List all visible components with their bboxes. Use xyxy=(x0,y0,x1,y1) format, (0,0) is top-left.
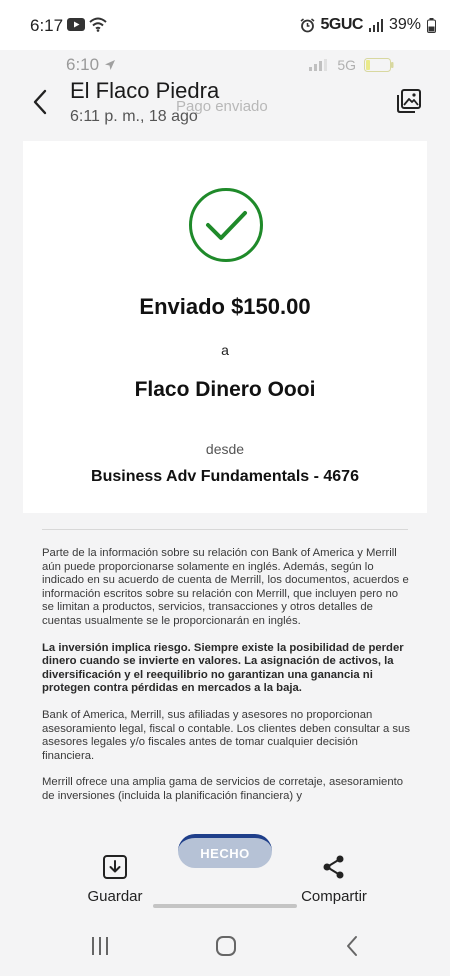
receipt-card: Enviado $150.00 a Flaco Dinero Oooi desd… xyxy=(23,141,427,513)
check-circle-icon xyxy=(189,188,263,262)
save-button[interactable]: Guardar xyxy=(82,854,148,905)
gallery-icon xyxy=(397,89,421,113)
disclosure-text[interactable]: Parte de la información sobre su relació… xyxy=(42,547,410,819)
chevron-left-icon xyxy=(33,89,47,115)
battery-percent: 39% xyxy=(388,16,421,33)
back-icon xyxy=(347,936,357,956)
download-icon xyxy=(103,855,127,879)
location-arrow-icon xyxy=(104,60,115,70)
inner-network-label: 5G xyxy=(337,57,356,73)
disclosure-paragraph: Bank of America, Merrill, sus afiliadas … xyxy=(42,708,410,762)
inner-time: 6:10 xyxy=(66,55,116,75)
nav-back-button[interactable] xyxy=(338,933,366,959)
back-button[interactable] xyxy=(26,86,54,118)
disclosure-paragraph: Merrill ofrece una amplia gama de servic… xyxy=(42,776,404,802)
done-button[interactable]: HECHO xyxy=(178,834,272,868)
share-button[interactable]: Compartir xyxy=(296,854,372,905)
youtube-icon xyxy=(67,18,85,31)
share-icon xyxy=(323,855,344,879)
sent-amount: Enviado $150.00 xyxy=(139,294,311,319)
from-label: desde xyxy=(205,441,245,457)
save-label: Guardar xyxy=(87,888,143,905)
disclosure-paragraph: La inversión implica riesgo. Siempre exi… xyxy=(42,641,404,695)
inner-status-right: 5G xyxy=(309,57,394,73)
home-icon xyxy=(216,936,236,956)
recipient-name: Flaco Dinero Oooi xyxy=(134,378,316,401)
share-label: Compartir xyxy=(301,888,367,905)
battery-icon xyxy=(427,17,436,33)
divider xyxy=(42,529,408,530)
alarm-icon xyxy=(300,17,314,32)
system-time: 6:17 xyxy=(30,16,64,35)
disclosure-paragraph: Parte de la información sobre su relació… xyxy=(42,547,409,627)
battery-icon xyxy=(364,58,394,72)
signal-icon xyxy=(309,59,328,71)
source-account: Business Adv Fundamentals - 4676 xyxy=(91,468,359,485)
bottom-action-bar: HECHO Guardar Compartir xyxy=(0,819,450,915)
system-status-bar: 6:17 5GUC 39% xyxy=(0,0,450,50)
home-button[interactable] xyxy=(212,933,240,959)
navigation-bar xyxy=(0,918,450,976)
recents-button[interactable] xyxy=(86,933,114,959)
gallery-button[interactable] xyxy=(396,88,422,114)
signal-icon xyxy=(368,18,383,32)
system-notification-icons xyxy=(67,17,107,32)
to-label: a xyxy=(221,342,229,358)
system-status-right: 5GUC 39% xyxy=(300,16,436,34)
inner-status-bar: 6:10 5G xyxy=(0,52,450,78)
home-indicator[interactable] xyxy=(153,904,297,908)
header: El Flaco Piedra Pago enviado 6:11 p. m.,… xyxy=(0,76,450,136)
wifi-icon xyxy=(89,17,107,32)
page-subtitle: 6:11 p. m., 18 ago xyxy=(70,108,198,125)
network-label: 5GUC xyxy=(320,16,364,33)
recents-icon xyxy=(92,937,108,955)
